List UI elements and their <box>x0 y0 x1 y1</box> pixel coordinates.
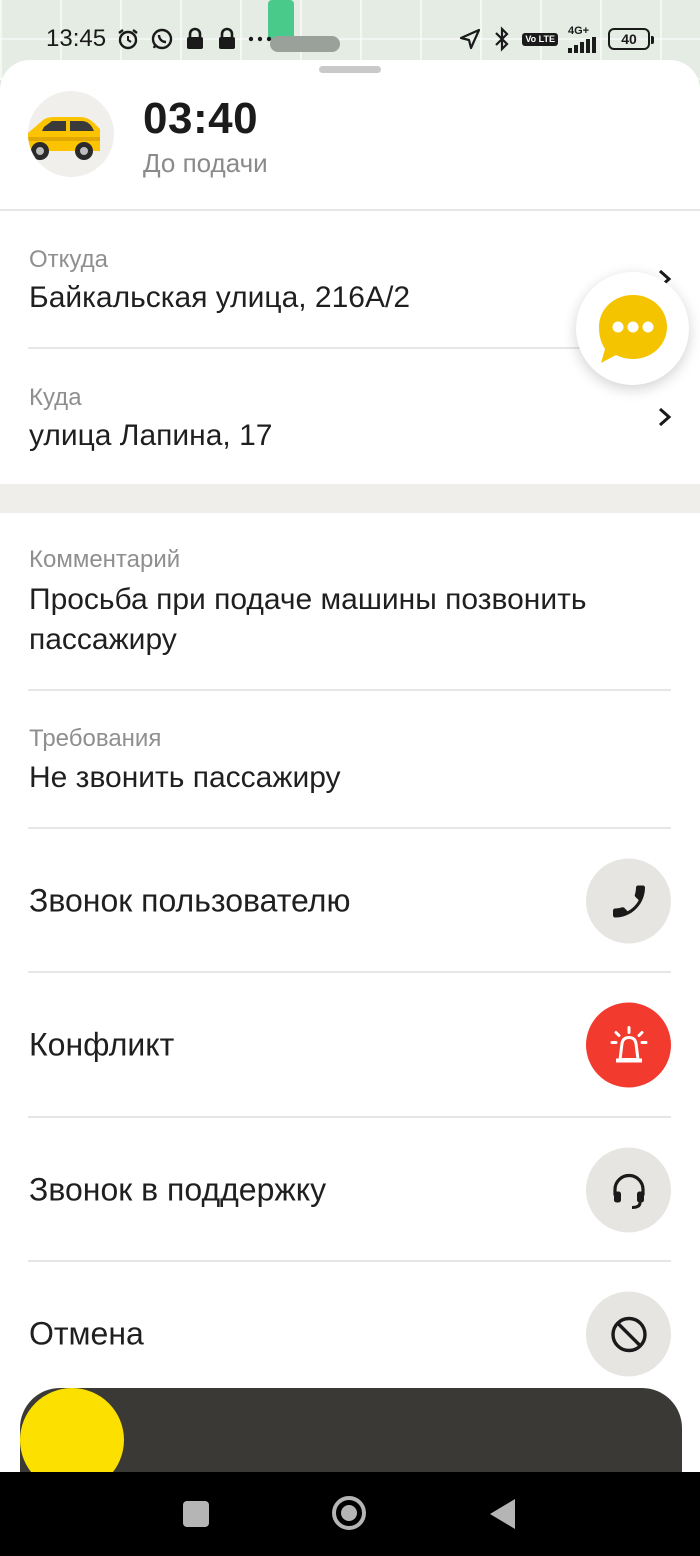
status-time: 13:45 <box>46 25 107 52</box>
back-button[interactable] <box>490 1499 515 1529</box>
from-label: Откуда <box>29 246 108 273</box>
conflict-button[interactable] <box>586 1002 671 1088</box>
chevron-right-icon <box>659 407 672 427</box>
home-button[interactable] <box>332 1496 366 1530</box>
call-support-button[interactable] <box>586 1147 671 1233</box>
more-notifications-icon <box>248 35 272 43</box>
location-icon <box>458 27 482 51</box>
taxi-car-icon <box>28 117 100 160</box>
cancel-icon <box>610 1316 647 1352</box>
call-user-label: Звонок пользователю <box>29 882 351 919</box>
divider <box>28 689 671 691</box>
call-support-row[interactable]: Звонок в поддержку <box>0 1118 700 1262</box>
divider <box>0 209 700 211</box>
order-sheet: 03:40 До подачи Откуда Байкальская улица… <box>0 60 700 1472</box>
requirements-text: Не звонить пассажиру <box>29 761 341 794</box>
conflict-row[interactable]: Конфликт <box>0 973 700 1117</box>
alarm-icon <box>116 27 140 51</box>
divider <box>28 347 671 349</box>
status-bar: 13:45 Vo LTE 4G+ 40 <box>0 20 700 58</box>
lock-icon <box>216 27 238 51</box>
car-avatar <box>28 91 114 177</box>
chat-bubble-icon <box>598 294 667 363</box>
call-user-button[interactable] <box>586 858 671 944</box>
comment-text: Просьба при подаче машины позвонить пасс… <box>29 583 587 656</box>
eta-timer: 03:40 <box>143 94 259 143</box>
call-support-label: Звонок в поддержку <box>29 1171 327 1208</box>
volte-indicator: Vo LTE <box>522 32 558 46</box>
cancel-label: Отмена <box>29 1315 144 1352</box>
system-navigation-bar <box>0 1472 700 1556</box>
cancel-row[interactable]: Отмена <box>0 1262 700 1406</box>
headset-icon <box>612 1173 645 1209</box>
network-type: 4G+ <box>568 24 590 37</box>
phone-icon <box>612 885 645 917</box>
call-user-row[interactable]: Звонок пользователю <box>0 829 700 973</box>
to-label: Куда <box>29 384 82 411</box>
signal-icon: 4G+ <box>568 24 598 53</box>
cancel-order-button[interactable] <box>586 1291 671 1377</box>
whatsapp-icon <box>150 27 174 51</box>
comment-label: Комментарий <box>29 546 181 573</box>
from-address: Байкальская улица, 216А/2 <box>29 281 411 314</box>
eta-caption: До подачи <box>143 148 268 178</box>
lock-icon <box>184 27 206 51</box>
recent-apps-button[interactable] <box>183 1501 209 1527</box>
order-header: 03:40 До подачи <box>0 60 700 210</box>
battery-indicator: 40 <box>608 28 654 50</box>
requirements-label: Требования <box>29 725 162 752</box>
section-separator <box>0 484 700 513</box>
to-address: улица Лапина, 17 <box>29 419 273 452</box>
chat-button[interactable] <box>576 272 689 385</box>
bluetooth-icon <box>492 26 512 52</box>
siren-icon <box>610 1025 647 1062</box>
conflict-label: Конфликт <box>29 1026 175 1063</box>
